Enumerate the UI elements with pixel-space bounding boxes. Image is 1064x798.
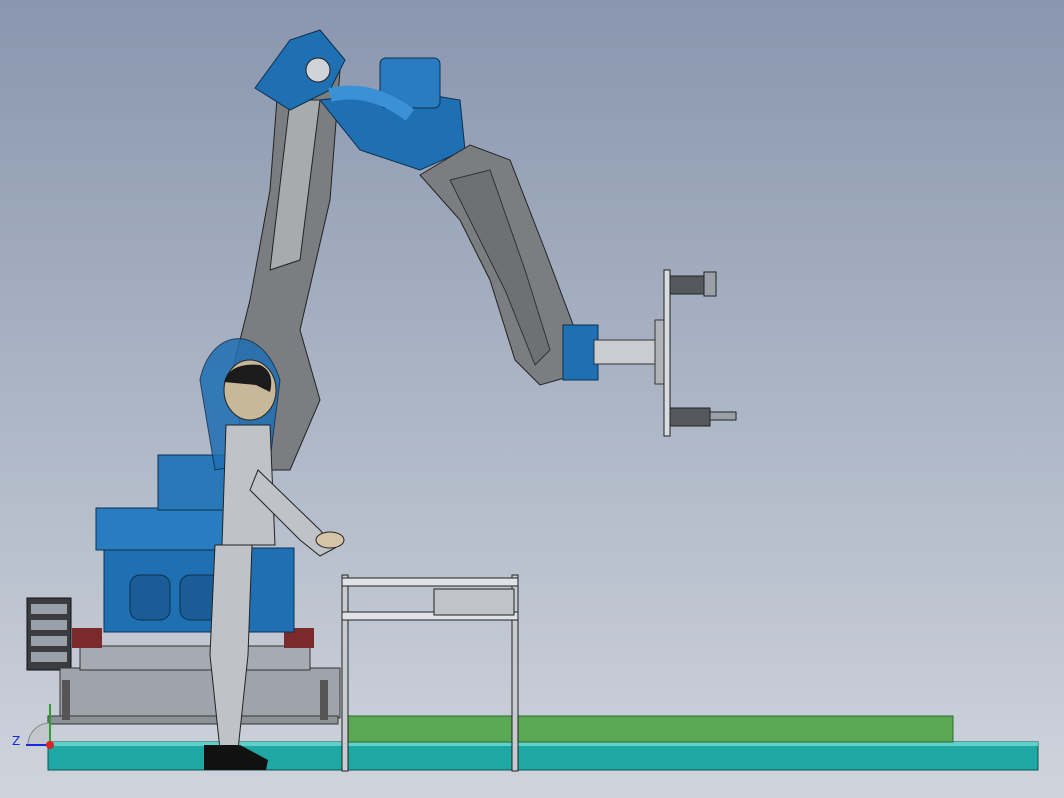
robot-upper-arm (319, 57, 466, 171)
z-axis-label: Z (12, 734, 21, 748)
green-mat (344, 715, 954, 743)
robot-forearm (419, 144, 576, 386)
cable-chain (26, 597, 72, 671)
robot-pedestal (47, 628, 341, 725)
coordinate-triad (26, 704, 54, 749)
end-effector-gripper (663, 269, 737, 437)
robot-wrist (562, 319, 666, 385)
floor-plate (47, 741, 1039, 771)
cad-viewport[interactable]: Z (0, 0, 1064, 798)
scene (26, 29, 1039, 772)
